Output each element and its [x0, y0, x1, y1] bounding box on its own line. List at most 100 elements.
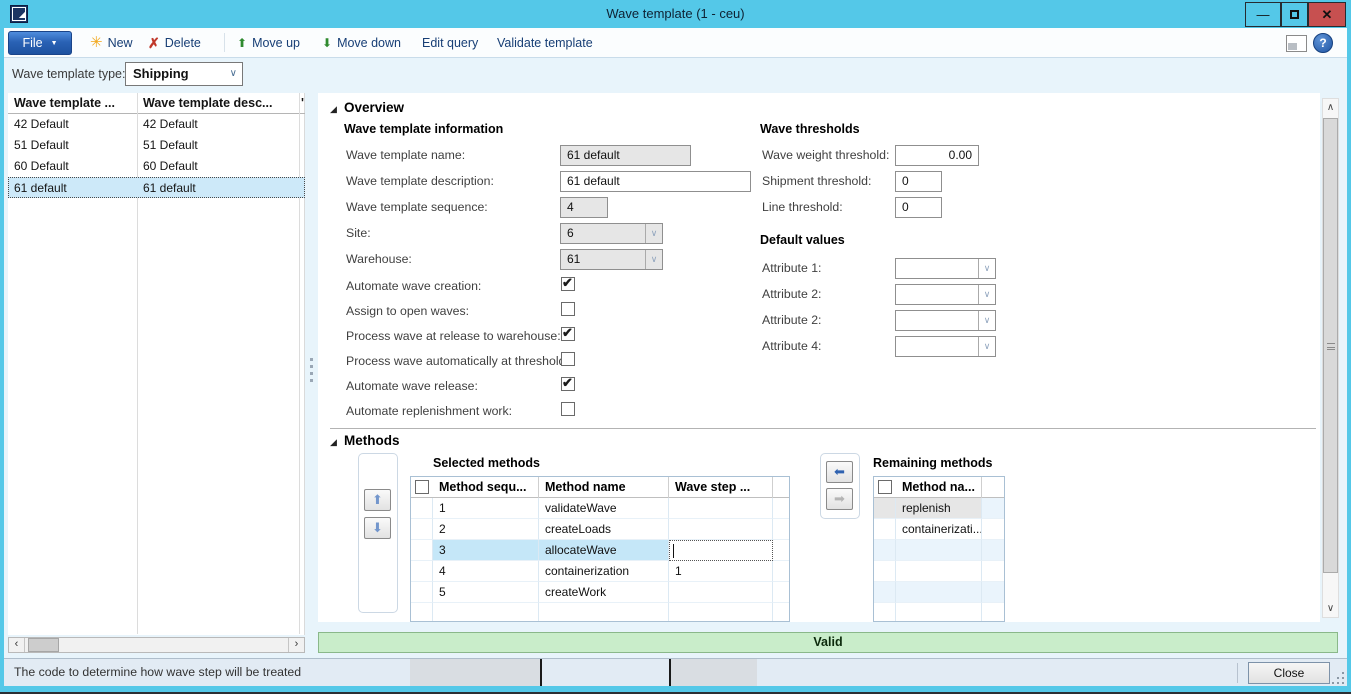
resize-grip[interactable]	[1342, 682, 1344, 684]
automate-replenishment-checkbox[interactable]: ✔	[561, 402, 575, 416]
wave-template-name-field[interactable]: 61 default	[560, 145, 691, 166]
chevron-down-icon[interactable]: ∨	[978, 285, 995, 304]
thumb-grip	[1327, 343, 1335, 350]
minimize-icon: —	[1257, 7, 1270, 22]
new-label: New	[108, 36, 133, 50]
title-bar[interactable]: ◢ Wave template (1 - ceu) — ✕	[0, 0, 1351, 28]
warehouse-combobox[interactable]: 61 ∨	[560, 249, 663, 270]
scroll-right-icon[interactable]: ›	[288, 638, 304, 652]
attribute-2-combobox[interactable]: ∨	[895, 284, 996, 305]
column-header-wave-step[interactable]: Wave step ...	[669, 477, 773, 498]
wave-template-sequence-field[interactable]: 4	[560, 197, 608, 218]
line-threshold-field[interactable]: 0	[895, 197, 942, 218]
attribute-1-combobox[interactable]: ∨	[895, 258, 996, 279]
main-vertical-scrollbar[interactable]: ∧ ∨	[1322, 98, 1339, 618]
move-to-selected-button[interactable]: ⬅	[826, 461, 853, 483]
select-all-checkbox[interactable]: ✔	[878, 480, 892, 494]
table-row[interactable]: 4 containerization 1	[411, 561, 789, 582]
table-row-empty	[411, 603, 789, 622]
move-to-remaining-button[interactable]: ➡	[826, 488, 853, 510]
maximize-icon	[1290, 10, 1299, 19]
scroll-down-icon[interactable]: ∨	[1323, 600, 1338, 617]
automate-wave-release-checkbox[interactable]: ✔	[561, 377, 575, 391]
delete-label: Delete	[165, 36, 201, 50]
resize-grip[interactable]	[1332, 682, 1334, 684]
table-row[interactable]: 51 Default 51 Default	[8, 135, 305, 156]
close-window-button[interactable]: ✕	[1308, 2, 1346, 27]
collapse-icon[interactable]: ◢	[330, 104, 337, 115]
chevron-down-icon[interactable]: ∨	[645, 224, 662, 243]
move-up-label: Move up	[252, 36, 300, 50]
table-row[interactable]: 5 createWork	[411, 582, 789, 603]
resize-grip[interactable]	[1342, 677, 1344, 679]
scroll-up-icon[interactable]: ∧	[1323, 99, 1338, 116]
column-header-spacer	[982, 477, 1005, 498]
table-row[interactable]: 61 default 61 default	[8, 177, 305, 198]
wave-weight-threshold-field[interactable]: 0.00	[895, 145, 979, 166]
method-name: replenish	[896, 498, 982, 519]
field-label: Wave template name:	[346, 148, 465, 162]
column-header-method-name[interactable]: Method na...	[896, 477, 982, 498]
table-row[interactable]: 1 validateWave	[411, 498, 789, 519]
chevron-down-icon[interactable]: ∨	[978, 311, 995, 330]
move-method-down-button[interactable]: ⬇	[364, 517, 391, 539]
collapse-icon[interactable]: ◢	[330, 437, 337, 448]
layout-icon[interactable]	[1286, 35, 1307, 52]
row-desc: 42 Default	[143, 114, 293, 135]
shipment-threshold-field[interactable]: 0	[895, 171, 942, 192]
edit-query-button[interactable]: Edit query	[422, 28, 478, 57]
column-header-method-sequence[interactable]: Method sequ...	[433, 477, 539, 498]
wave-template-description-field[interactable]: 61 default	[560, 171, 751, 192]
remaining-methods-table: ✔ Method na... replenish containerizati.…	[873, 476, 1005, 622]
grid-horizontal-scrollbar[interactable]: ‹ ›	[8, 637, 305, 653]
site-combobox[interactable]: 6 ∨	[560, 223, 663, 244]
process-wave-at-release-checkbox[interactable]: ✔	[561, 327, 575, 341]
status-message: The code to determine how wave step will…	[14, 659, 301, 686]
column-header-desc[interactable]: Wave template desc...	[143, 93, 297, 114]
chevron-down-icon[interactable]: ∨	[978, 337, 995, 356]
chevron-down-icon[interactable]: ∨	[645, 250, 662, 269]
overview-section-title[interactable]: Overview	[344, 100, 404, 115]
resize-grip[interactable]	[1337, 682, 1339, 684]
attribute-3-combobox[interactable]: ∨	[895, 310, 996, 331]
table-row-selected[interactable]: 3 allocateWave	[411, 540, 789, 561]
method-sequence: 1	[433, 498, 539, 519]
close-button[interactable]: Close	[1248, 662, 1330, 684]
table-row[interactable]: 42 Default 42 Default	[8, 114, 305, 135]
wave-template-type-select[interactable]: Shipping ∨	[125, 62, 243, 86]
methods-section-title[interactable]: Methods	[344, 433, 400, 448]
maximize-button[interactable]	[1281, 2, 1308, 27]
process-wave-at-threshold-checkbox[interactable]: ✔	[561, 352, 575, 366]
scrollbar-thumb[interactable]	[1323, 118, 1338, 573]
resize-grip[interactable]	[1342, 672, 1344, 674]
file-menu-button[interactable]: File▼	[8, 31, 72, 55]
column-header-name[interactable]: Wave template ...	[14, 93, 134, 114]
delete-button[interactable]: ✗Delete	[148, 28, 201, 57]
minimize-button[interactable]: —	[1245, 2, 1281, 27]
move-down-button[interactable]: ⬇Move down	[322, 28, 401, 57]
assign-to-open-waves-checkbox[interactable]: ✔	[561, 302, 575, 316]
table-row-empty	[874, 582, 1004, 603]
help-icon[interactable]: ?	[1313, 33, 1333, 53]
scroll-left-icon[interactable]: ‹	[9, 638, 25, 652]
column-header-method-name[interactable]: Method name	[539, 477, 669, 498]
new-button[interactable]: ✳New	[90, 28, 133, 57]
panel-splitter[interactable]	[305, 93, 318, 635]
field-label: Shipment threshold:	[762, 174, 871, 188]
attribute-4-combobox[interactable]: ∨	[895, 336, 996, 357]
automate-wave-creation-checkbox[interactable]: ✔	[561, 277, 575, 291]
table-row[interactable]: replenish	[874, 498, 1004, 519]
select-all-checkbox[interactable]: ✔	[415, 480, 429, 494]
wave-step-edit-field[interactable]	[669, 540, 773, 561]
remaining-methods-header: ✔ Method na...	[874, 477, 1004, 498]
chevron-down-icon[interactable]: ∨	[978, 259, 995, 278]
table-row[interactable]: 2 createLoads	[411, 519, 789, 540]
table-row[interactable]: containerizati...	[874, 519, 1004, 540]
validate-template-button[interactable]: Validate template	[497, 28, 593, 57]
scrollbar-thumb[interactable]	[28, 638, 59, 652]
move-method-up-button[interactable]: ⬆	[364, 489, 391, 511]
move-up-button[interactable]: ⬆Move up	[237, 28, 300, 57]
resize-grip[interactable]	[1337, 677, 1339, 679]
table-row[interactable]: 60 Default 60 Default	[8, 156, 305, 177]
method-sequence: 4	[433, 561, 539, 582]
